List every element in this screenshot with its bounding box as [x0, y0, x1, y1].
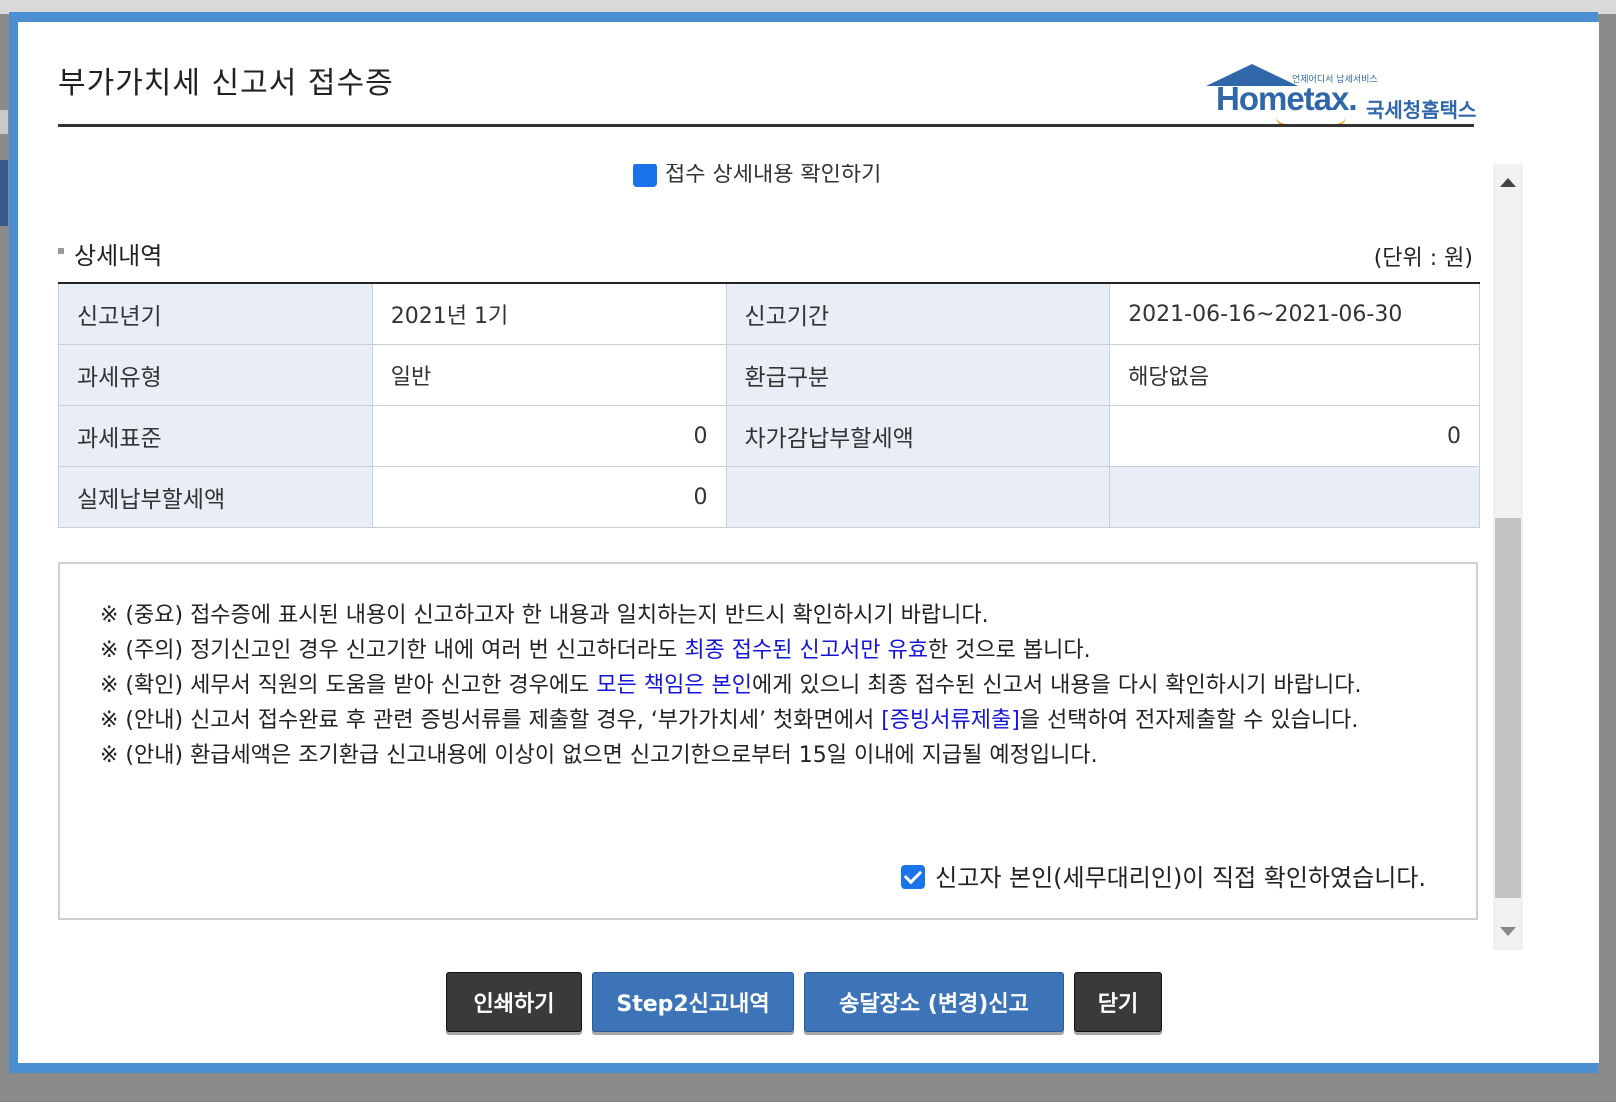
- modal-title: 부가가치세 신고서 접수증: [58, 66, 394, 101]
- receipt-modal: 부가가치세 신고서 접수증 언제어디서 납세서비스 Hometax. 국세청홈택…: [18, 22, 1599, 1063]
- notice-text-part: ※ (안내) 신고서 접수완료 후 관련 증빙서류를 제출할 경우, ‘부가가치…: [100, 708, 882, 733]
- table-cell: 해당없음: [1109, 344, 1480, 406]
- table-header-cell: 차가감납부할세액: [725, 405, 1111, 467]
- notice-line: ※ (확인) 세무서 직원의 도움을 받아 신고한 경우에도 모든 책임은 본인…: [100, 668, 1445, 703]
- table-cell: 일반: [371, 344, 727, 406]
- confirm-checkbox[interactable]: [901, 865, 926, 889]
- notice-line: ※ (안내) 환급세액은 조기환급 신고내용에 이상이 없으면 신고기한으로부터…: [100, 743, 1098, 768]
- detail-table: 신고년기 2021년 1기 신고기간 2021-06-16~2021-06-30…: [58, 282, 1480, 528]
- notice-text-part: 에게 있으니 최종 접수된 신고서 내용을 다시 확인하시기 바랍니다.: [752, 673, 1362, 698]
- table-row: 실제납부할세액 0: [58, 466, 1480, 528]
- logo-wordmark: Hometax.: [1216, 80, 1358, 117]
- title-divider: [58, 124, 1474, 127]
- notice-highlight: [증빙서류제출]: [881, 708, 1020, 733]
- vertical-scrollbar[interactable]: [1493, 164, 1523, 950]
- table-cell: 0: [371, 405, 727, 467]
- print-button[interactable]: 인쇄하기: [446, 972, 582, 1032]
- notice-text-part: ※ (확인) 세무서 직원의 도움을 받아 신고한 경우에도: [100, 673, 597, 698]
- confirm-label[interactable]: 신고자 본인(세무대리인)이 직접 확인하였습니다.: [935, 864, 1426, 892]
- table-row: 과세표준 0 차가감납부할세액 0: [58, 405, 1480, 467]
- notice-line: ※ (안내) 신고서 접수완료 후 관련 증빙서류를 제출할 경우, ‘부가가치…: [100, 703, 1445, 738]
- table-header-cell: 실제납부할세액: [58, 466, 373, 528]
- hometax-logo: 언제어디서 납세서비스 Hometax. 국세청홈택스: [1206, 58, 1486, 128]
- table-row: 과세유형 일반 환급구분 해당없음: [58, 344, 1480, 406]
- table-header-cell: 과세유형: [58, 344, 373, 406]
- table-row: 신고년기 2021년 1기 신고기간 2021-06-16~2021-06-30: [58, 282, 1480, 345]
- step2-report-button[interactable]: Step2신고내역: [592, 972, 794, 1032]
- checkbox[interactable]: [633, 164, 657, 187]
- table-cell: 0: [371, 466, 727, 528]
- confirm-row[interactable]: 신고자 본인(세무대리인)이 직접 확인하였습니다.: [901, 858, 1426, 893]
- table-cell: 0: [1109, 405, 1480, 467]
- close-button[interactable]: 닫기: [1074, 972, 1162, 1032]
- notice-box: ※ (중요) 접수증에 표시된 내용이 신고하고자 한 내용과 일치하는지 반드…: [58, 562, 1478, 920]
- section-header: 상세내역 (단위 : 원): [58, 234, 1473, 274]
- notice-line: ※ (중요) 접수증에 표시된 내용이 신고하고자 한 내용과 일치하는지 반드…: [100, 603, 989, 628]
- table-cell: [1109, 466, 1480, 528]
- background-element: [0, 160, 8, 226]
- background-element: [0, 110, 8, 134]
- notice-text-part: 한 것으로 봅니다.: [927, 638, 1091, 663]
- table-header-cell: 환급구분: [725, 344, 1111, 406]
- cutoff-label: 접수 상세내용 확인하기: [665, 164, 882, 187]
- unit-label: (단위 : 원): [1373, 246, 1473, 271]
- table-header-cell: 과세표준: [58, 405, 373, 467]
- notice-highlight: 모든 책임은 본인: [596, 673, 753, 698]
- logo-korean: 국세청홈택스: [1366, 98, 1477, 122]
- table-header-cell: [725, 466, 1111, 528]
- section-title: 상세내역: [74, 242, 163, 270]
- delivery-change-button[interactable]: 송달장소 (변경)신고: [804, 972, 1064, 1032]
- scroll-thumb[interactable]: [1495, 518, 1521, 898]
- modal-scroll-content: 접수 상세내용 확인하기 상세내역 (단위 : 원) 신고년기 2021년 1기…: [58, 164, 1513, 954]
- table-cell: 2021-06-16~2021-06-30: [1109, 282, 1480, 345]
- square-bullet-icon: [58, 248, 64, 254]
- cutoff-checkbox-row: 접수 상세내용 확인하기: [633, 164, 881, 188]
- notice-text-part: 을 선택하여 전자제출할 수 있습니다.: [1019, 708, 1359, 733]
- notice-highlight: 최종 접수된 신고서만 유효: [684, 638, 928, 663]
- notice-line: ※ (주의) 정기신고인 경우 신고기한 내에 여러 번 신고하더라도 최종 접…: [100, 633, 1445, 668]
- scroll-up-arrow-icon[interactable]: [1500, 178, 1516, 187]
- notice-text: ※ (중요) 접수증에 표시된 내용이 신고하고자 한 내용과 일치하는지 반드…: [100, 598, 1445, 773]
- table-header-cell: 신고기간: [725, 282, 1111, 345]
- table-header-cell: 신고년기: [58, 282, 373, 345]
- notice-text-part: ※ (주의) 정기신고인 경우 신고기한 내에 여러 번 신고하더라도: [100, 638, 685, 663]
- table-cell: 2021년 1기: [371, 282, 727, 345]
- scroll-down-arrow-icon[interactable]: [1500, 927, 1516, 936]
